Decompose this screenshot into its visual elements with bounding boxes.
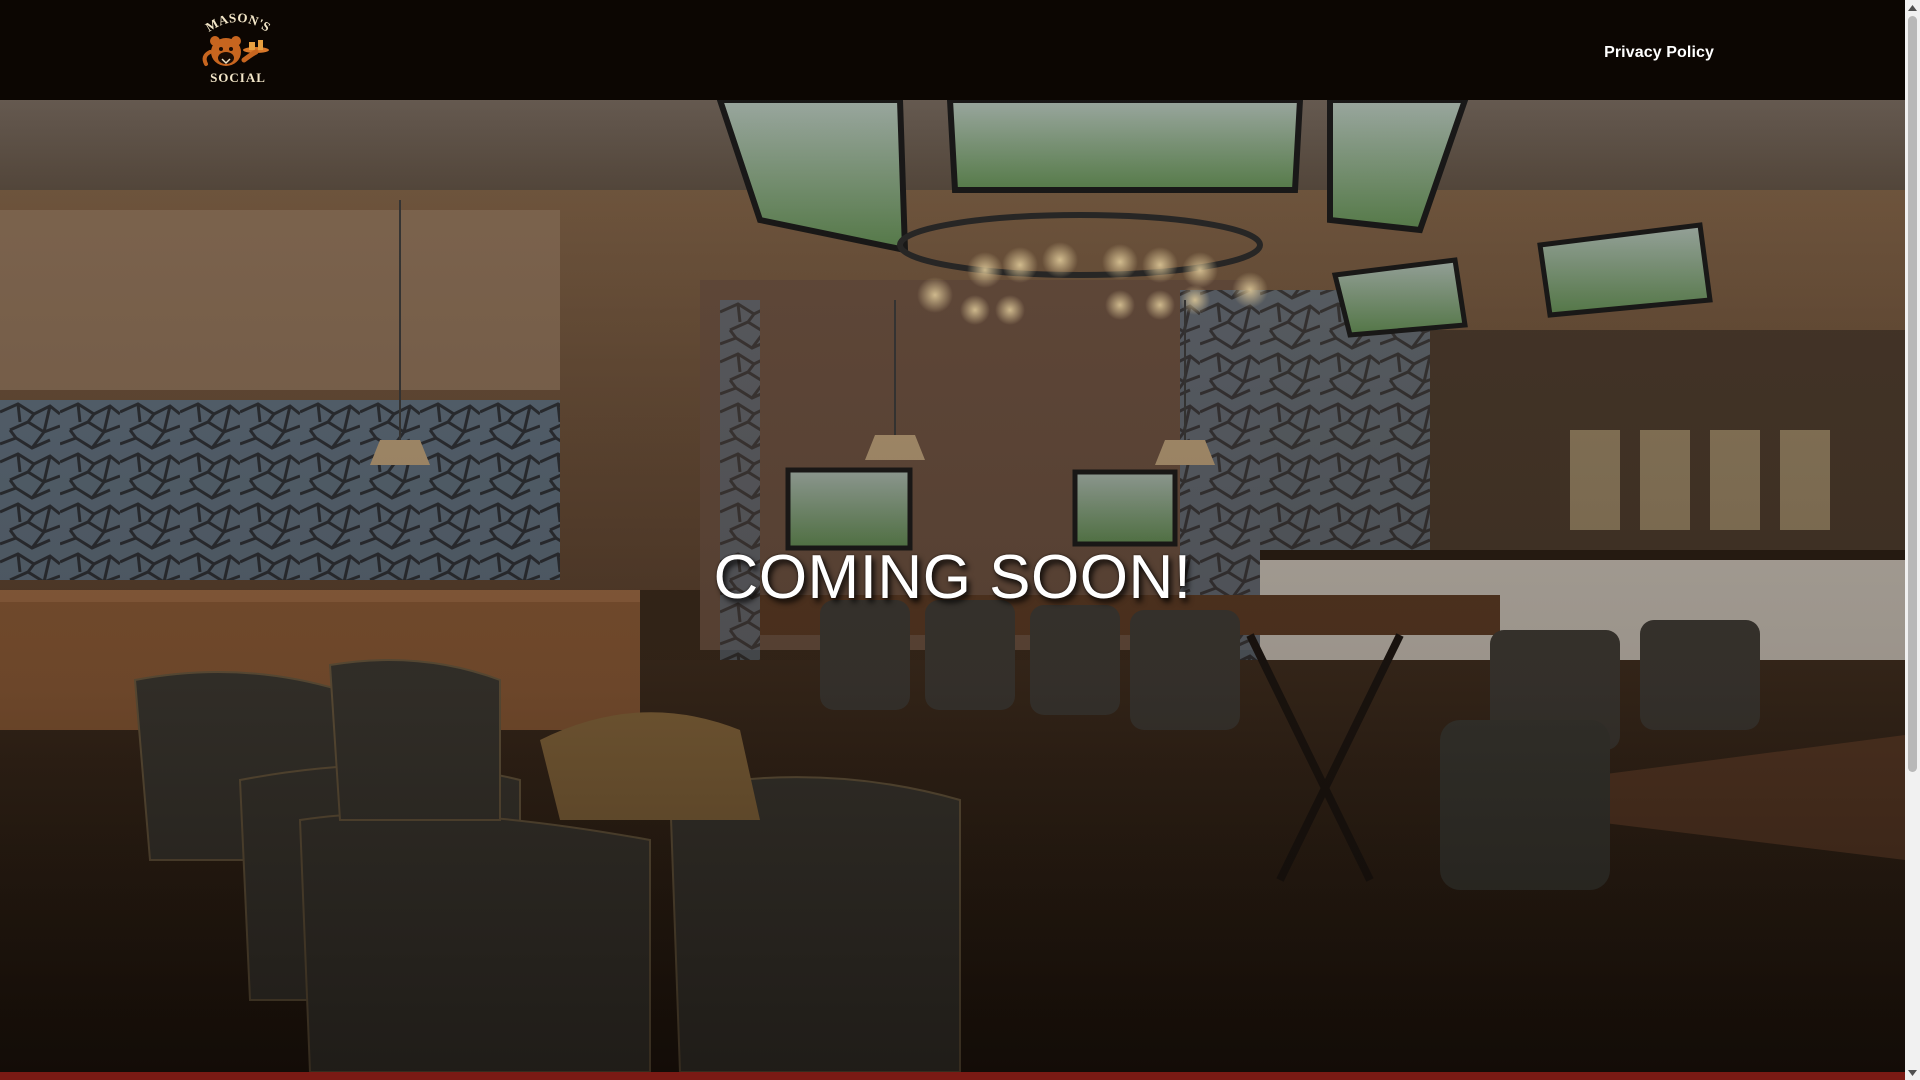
scroll-down-button[interactable] [1905, 1065, 1920, 1080]
hero-section: COMING SOON! [0, 100, 1905, 1072]
footer-accent-bar [0, 1072, 1905, 1080]
brand-logo[interactable]: MASON'S SOCIAL [196, 12, 280, 86]
scrollbar-thumb[interactable] [1908, 16, 1917, 772]
svg-text:MASON'S: MASON'S [203, 12, 274, 35]
page-scrollbar[interactable] [1905, 0, 1920, 1080]
logo-top-text: MASON'S [203, 12, 273, 35]
privacy-policy-link[interactable]: Privacy Policy [1604, 44, 1714, 62]
coming-soon-heading: COMING SOON! [713, 543, 1192, 612]
triangle-up-icon [1908, 4, 1917, 11]
scroll-up-button[interactable] [1905, 0, 1920, 15]
site-header: MASON'S SOCIAL Privacy Policy [0, 0, 1905, 100]
triangle-down-icon [1908, 1069, 1917, 1076]
logo-bottom-text: SOCIAL [210, 70, 266, 85]
bear-logo-icon: MASON'S SOCIAL [202, 12, 274, 85]
